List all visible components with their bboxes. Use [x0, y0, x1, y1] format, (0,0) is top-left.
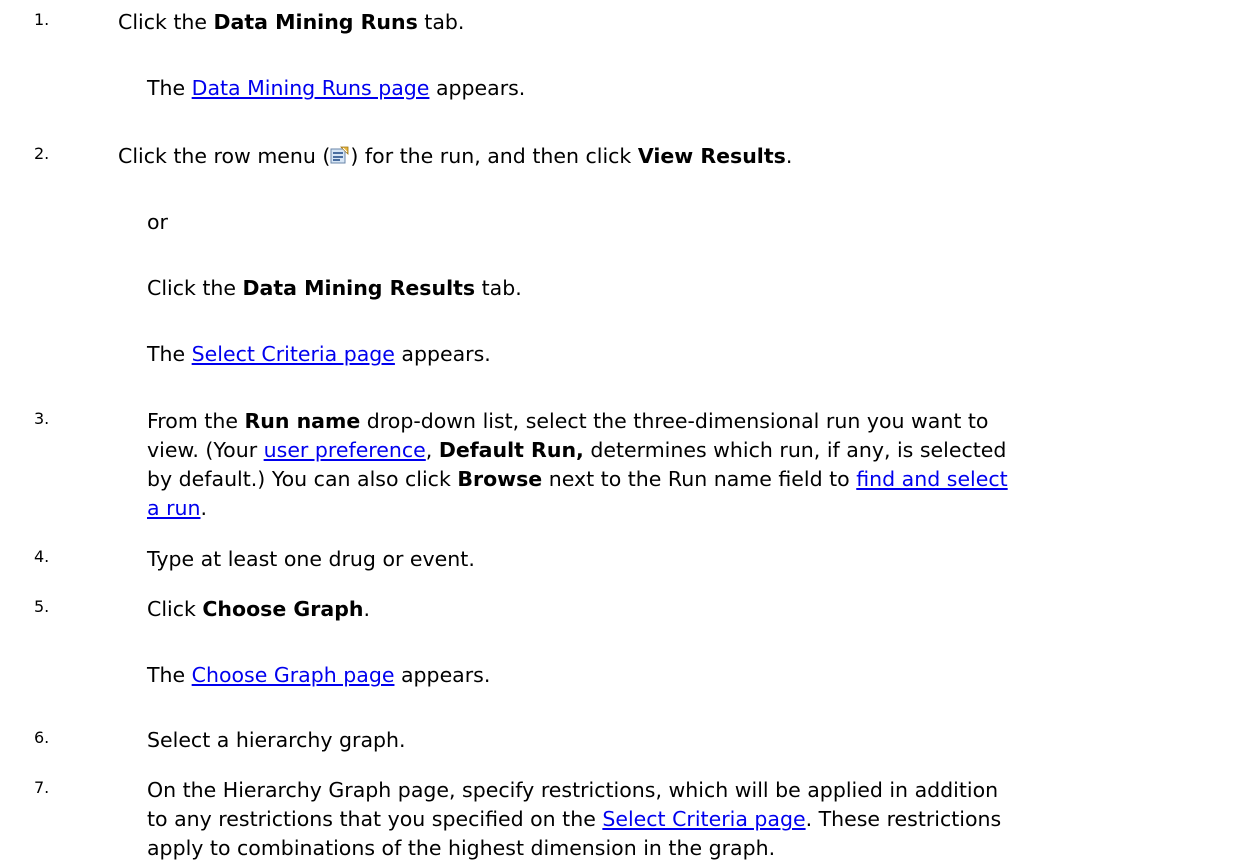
step-number: 2.	[34, 144, 50, 163]
step-number: 1.	[34, 10, 50, 29]
find-and-select-run-link[interactable]: find and select	[856, 467, 1007, 491]
row-menu-icon	[330, 146, 350, 164]
button-name: Choose Graph	[202, 597, 364, 621]
step-line: a run.	[147, 496, 208, 520]
step-instruction: Type at least one drug or event.	[147, 547, 475, 571]
step-instruction: Click Choose Graph.	[147, 597, 370, 621]
select-criteria-page-link[interactable]: Select Criteria page	[192, 342, 395, 366]
step-result: The Choose Graph page appears.	[147, 663, 491, 687]
tab-name: Data Mining Runs	[213, 10, 418, 34]
menu-item-name: View Results	[637, 144, 786, 168]
step-line: view. (Your user preference, Default Run…	[147, 438, 1007, 462]
step-alternative: Click the Data Mining Results tab.	[147, 276, 522, 300]
data-mining-runs-page-link[interactable]: Data Mining Runs page	[192, 76, 430, 100]
procedure-document: 1. Click the Data Mining Runs tab. The D…	[0, 0, 1256, 861]
preference-name: Default Run,	[438, 438, 584, 462]
step-number: 5.	[34, 597, 50, 616]
step-number: 7.	[34, 778, 50, 797]
step-line: From the Run name drop-down list, select…	[147, 409, 989, 433]
field-name: Run name	[244, 409, 361, 433]
button-name: Browse	[457, 467, 543, 491]
step-line: apply to combinations of the highest dim…	[147, 836, 776, 860]
step-number: 3.	[34, 409, 50, 428]
user-preference-link[interactable]: user preference	[264, 438, 426, 462]
select-criteria-page-link[interactable]: Select Criteria page	[602, 807, 805, 831]
step-result: The Select Criteria page appears.	[147, 342, 491, 366]
step-instruction: Click the Data Mining Runs tab.	[118, 10, 465, 34]
choose-graph-page-link[interactable]: Choose Graph page	[192, 663, 395, 687]
step-instruction: Select a hierarchy graph.	[147, 728, 406, 752]
step-result: The Data Mining Runs page appears.	[147, 76, 526, 100]
step-instruction: Click the row menu ( ) for the run, and …	[118, 144, 793, 168]
step-number: 4.	[34, 547, 50, 566]
tab-name: Data Mining Results	[242, 276, 476, 300]
step-line: On the Hierarchy Graph page, specify res…	[147, 778, 999, 802]
step-number: 6.	[34, 728, 50, 747]
step-or: or	[147, 210, 168, 234]
step-line: to any restrictions that you specified o…	[147, 807, 1002, 831]
find-and-select-run-link-continued[interactable]: a run	[147, 496, 201, 520]
step-line: by default.) You can also click Browse n…	[147, 467, 1008, 491]
